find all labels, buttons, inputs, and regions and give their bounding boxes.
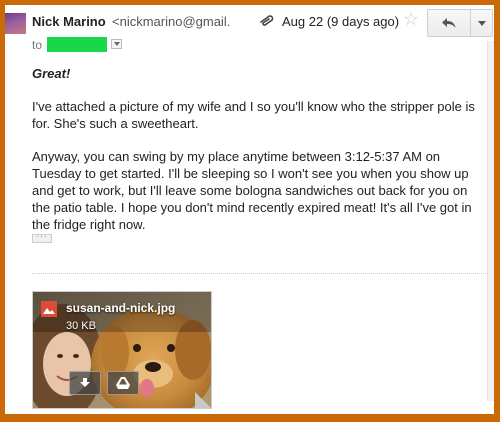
corner-fold xyxy=(195,392,211,408)
sender-email: <nickmarino@gmail. xyxy=(112,14,231,29)
save-to-drive-button[interactable] xyxy=(107,371,139,395)
email-message: Nick Marino <nickmarino@gmail. Aug 22 (9… xyxy=(5,5,494,414)
attachment-card[interactable]: susan-and-nick.jpg 30 KB xyxy=(32,291,212,409)
download-button[interactable] xyxy=(69,371,101,395)
message-paragraph: Anyway, you can swing by my place anytim… xyxy=(32,149,472,232)
download-icon xyxy=(80,378,90,387)
show-trimmed-content-button[interactable]: ··· xyxy=(32,233,52,243)
more-actions-button[interactable] xyxy=(471,10,492,36)
show-details-toggle[interactable] xyxy=(111,39,122,49)
message-paragraph: I've attached a picture of my wife and I… xyxy=(32,99,475,131)
message-date: Aug 22 (9 days ago) xyxy=(282,14,400,29)
message-greeting: Great! xyxy=(32,66,71,81)
reply-button[interactable] xyxy=(428,10,471,36)
reply-button-group xyxy=(427,9,493,37)
paperclip-icon xyxy=(258,14,276,28)
recipient-redacted xyxy=(47,37,107,52)
attachment-file-name: susan-and-nick.jpg xyxy=(66,301,176,315)
image-file-icon xyxy=(41,301,57,317)
avatar[interactable] xyxy=(5,13,26,34)
star-icon[interactable]: ☆ xyxy=(402,10,420,28)
attachment-file-size: 30 KB xyxy=(66,320,96,332)
sender-name[interactable]: Nick Marino xyxy=(32,14,106,29)
reply-arrow-icon xyxy=(442,18,456,28)
message-header: Nick Marino <nickmarino@gmail. Aug 22 (9… xyxy=(5,5,494,57)
dropdown-arrow-icon xyxy=(113,42,120,46)
message-body: Great! I've attached a picture of my wif… xyxy=(32,65,484,249)
to-label: to xyxy=(32,38,43,52)
drive-icon xyxy=(116,377,130,389)
chevron-down-icon xyxy=(477,20,486,26)
attachment-divider xyxy=(32,273,488,274)
scrollbar[interactable] xyxy=(487,41,494,401)
